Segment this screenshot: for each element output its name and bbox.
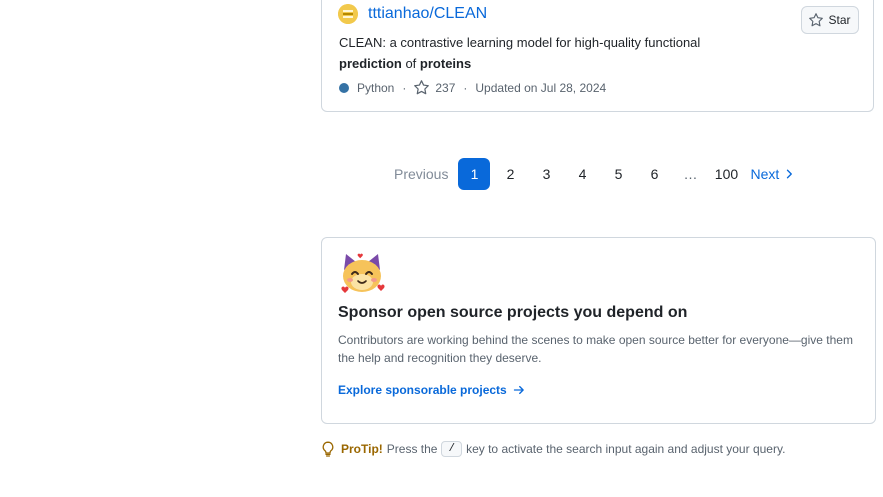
- protip-label: ProTip!: [341, 442, 383, 456]
- pagination: Previous 1 2 3 4 5 6 … 100 Next: [388, 158, 803, 190]
- protip-text-before: Press the: [386, 442, 438, 456]
- repo-description-highlight-1: prediction: [339, 56, 402, 71]
- chevron-right-icon: [787, 169, 793, 179]
- star-icon: [809, 13, 824, 27]
- meta-separator: ·: [463, 80, 468, 95]
- pagination-page-last[interactable]: 100: [710, 158, 742, 190]
- pagination-next-label: Next: [750, 166, 780, 182]
- pagination-previous: Previous: [394, 166, 449, 182]
- star-button[interactable]: Star: [801, 6, 859, 34]
- explore-sponsorable-label: Explore sponsorable projects: [338, 383, 507, 397]
- star-icon: [414, 80, 430, 95]
- light-bulb-icon: [322, 441, 334, 457]
- repo-result-card: tttianhao/CLEAN Star CLEAN: a contrastiv…: [321, 0, 874, 112]
- pagination-page-2[interactable]: 2: [494, 158, 526, 190]
- pagination-next[interactable]: Next: [746, 158, 799, 190]
- pagination-page-6[interactable]: 6: [638, 158, 670, 190]
- hearts-cat-icon: [341, 253, 385, 293]
- sponsor-card: Sponsor open source projects you depend …: [321, 237, 876, 424]
- pagination-page-5[interactable]: 5: [602, 158, 634, 190]
- arrow-right-icon: [513, 385, 524, 395]
- repo-meta: Python · 237 · Updated on Jul 28, 2024: [339, 80, 606, 95]
- repo-star-count: 237: [435, 80, 456, 95]
- repo-name-link[interactable]: tttianhao/CLEAN: [368, 5, 487, 23]
- repo-updated: Updated on Jul 28, 2024: [475, 80, 607, 95]
- repo-description-mid: of: [401, 56, 420, 71]
- pagination-page-1[interactable]: 1: [458, 158, 491, 190]
- sponsor-title: Sponsor open source projects you depend …: [338, 304, 688, 321]
- repo-header: tttianhao/CLEAN: [338, 4, 487, 24]
- repo-description: CLEAN: a contrastive learning model for …: [339, 32, 779, 74]
- pagination-gap: …: [683, 166, 698, 182]
- protip: ProTip! Press the / key to activate the …: [321, 441, 785, 457]
- pagination-page-3[interactable]: 3: [530, 158, 562, 190]
- sponsor-description: Contributors are working behind the scen…: [338, 333, 853, 365]
- repo-description-highlight-2: proteins: [419, 56, 472, 71]
- meta-separator: ·: [402, 80, 407, 95]
- language-color-dot: [339, 82, 349, 93]
- repo-language: Python: [357, 80, 395, 95]
- star-button-label: Star: [828, 13, 851, 27]
- repo-owner-avatar[interactable]: [338, 4, 358, 24]
- pagination-page-4[interactable]: 4: [566, 158, 598, 190]
- search-results-page: tttianhao/CLEAN Star CLEAN: a contrastiv…: [0, 0, 883, 497]
- repo-description-text: CLEAN: a contrastive learning model for …: [339, 35, 701, 50]
- repo-stars[interactable]: 237: [414, 80, 455, 95]
- protip-text-after: key to activate the search input again a…: [466, 442, 786, 456]
- explore-sponsorable-link[interactable]: Explore sponsorable projects: [338, 383, 525, 397]
- protip-key: /: [441, 441, 463, 457]
